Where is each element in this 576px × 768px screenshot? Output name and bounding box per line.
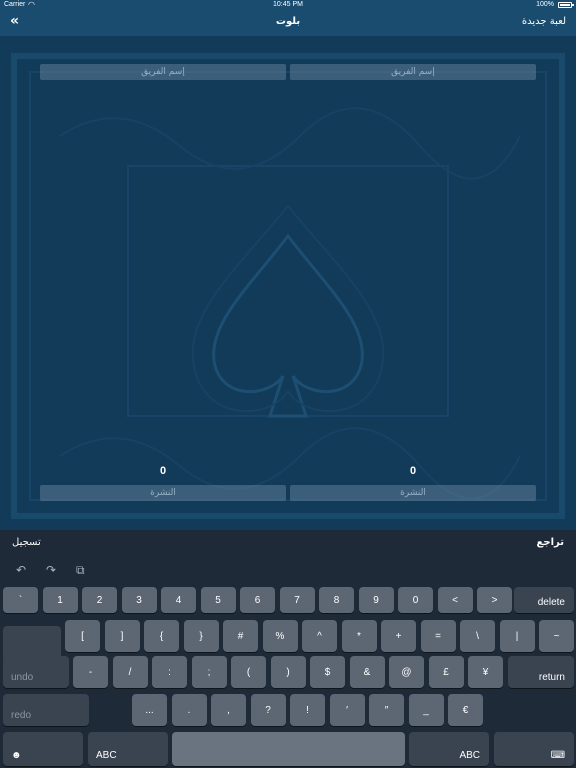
redo-key[interactable]: redo (3, 694, 89, 726)
battery-icon (558, 2, 574, 8)
row2-key-4[interactable]: # (223, 620, 258, 652)
keyboard-accessory-bar: تسجيل تراجع (0, 530, 576, 558)
row1-key-10[interactable]: 0 (398, 587, 433, 613)
row2-key-11[interactable]: | (499, 620, 535, 652)
row3-key-5[interactable]: ) (270, 656, 306, 688)
team-1-score: 0 (409, 465, 417, 477)
team-2-score: 0 (159, 465, 167, 477)
row1-key-7[interactable]: 7 (279, 587, 315, 613)
row4-key-1[interactable]: . (171, 694, 207, 726)
row1-key-3[interactable]: 3 (121, 587, 157, 613)
status-bar: Carrier ◠ 10:45 PM 100% (0, 0, 576, 11)
row1-key-6[interactable]: 6 (240, 587, 275, 613)
ornament-pattern (11, 53, 565, 519)
row1-key-4[interactable]: 4 (161, 587, 196, 613)
row2-key-7[interactable]: * (341, 620, 377, 652)
undo-icon[interactable]: ↶ (16, 563, 26, 577)
delete-key[interactable]: delete (514, 587, 574, 613)
page-title: بلوت (275, 16, 301, 27)
row3-key-9[interactable]: £ (428, 656, 464, 688)
row3-key-1[interactable]: / (112, 656, 148, 688)
row2-key-12[interactable]: ~ (539, 620, 574, 652)
row3-key-2[interactable]: : (152, 656, 187, 688)
row3-key-6[interactable]: $ (310, 656, 345, 688)
return-key[interactable]: return (508, 656, 574, 688)
new-game-button[interactable]: لعبة جديدة (522, 16, 566, 27)
battery-percent: 100% (536, 1, 554, 8)
row2-key-0[interactable]: [ (65, 620, 100, 652)
row2-key-9[interactable]: = (420, 620, 456, 652)
row4-key-8[interactable]: € (448, 694, 483, 726)
team-name-input-1[interactable] (290, 64, 536, 80)
row2-key-1[interactable]: ] (104, 620, 140, 652)
row2-key-2[interactable]: { (144, 620, 179, 652)
row4-key-0[interactable]: ... (132, 694, 167, 726)
row2-key-10[interactable]: \ (460, 620, 495, 652)
space-key[interactable] (172, 732, 405, 766)
row1-key-5[interactable]: 5 (200, 587, 236, 613)
row3-key-0[interactable]: - (73, 656, 108, 688)
keyboard-shortcuts: ↶ ↷ ⧉ (0, 560, 576, 582)
row4-key-4[interactable]: ! (290, 694, 325, 726)
navigation-bar: « بلوت لعبة جديدة (0, 11, 576, 36)
undo-button[interactable]: تراجع (537, 537, 564, 548)
redo-icon[interactable]: ↷ (46, 563, 56, 577)
row2-key-8[interactable]: + (381, 620, 416, 652)
save-score-button[interactable]: تسجيل (12, 537, 41, 548)
row4-key-2[interactable]: , (211, 694, 246, 726)
paste-icon[interactable]: ⧉ (76, 563, 85, 578)
undo-key[interactable]: undo (3, 656, 69, 688)
abc-key-left[interactable]: ABC (88, 732, 168, 766)
row1-key-12[interactable]: > (477, 587, 512, 613)
row4-key-3[interactable]: ? (250, 694, 286, 726)
row3-key-4[interactable]: ( (231, 656, 266, 688)
row4-key-6[interactable]: ″ (369, 694, 404, 726)
row1-key-1[interactable]: 1 (42, 587, 78, 613)
row1-key-9[interactable]: 9 (358, 587, 394, 613)
row3-key-7[interactable]: & (349, 656, 385, 688)
row1-key-0[interactable]: ` (3, 587, 38, 613)
onscreen-keyboard: تسجيل تراجع ↶ ↷ ⧉ `1234567890<> delete t… (0, 530, 576, 768)
row2-key-5[interactable]: % (262, 620, 298, 652)
row3-key-3[interactable]: ; (191, 656, 227, 688)
row2-key-6[interactable]: ^ (302, 620, 337, 652)
status-time: 10:45 PM (273, 1, 303, 8)
row3-key-10[interactable]: ¥ (468, 656, 503, 688)
team-name-input-2[interactable] (40, 64, 286, 80)
score-entry-input-1[interactable] (290, 485, 536, 501)
row1-key-2[interactable]: 2 (82, 587, 117, 613)
emoji-key[interactable]: ☻ (3, 732, 83, 766)
card-pattern-background: 0 0 (0, 36, 576, 530)
row4-key-5[interactable]: ′ (329, 694, 365, 726)
row4-key-7[interactable]: _ (408, 694, 444, 726)
row1-key-11[interactable]: < (437, 587, 473, 613)
score-entry-input-2[interactable] (40, 485, 286, 501)
row1-key-8[interactable]: 8 (319, 587, 354, 613)
top-bar: Carrier ◠ 10:45 PM 100% « بلوت لعبة جديد… (0, 0, 576, 36)
row3-key-8[interactable]: @ (389, 656, 424, 688)
keyboard-hide-icon[interactable]: ⌨ (494, 732, 574, 766)
row2-key-3[interactable]: } (183, 620, 219, 652)
abc-key-right[interactable]: ABC (409, 732, 489, 766)
